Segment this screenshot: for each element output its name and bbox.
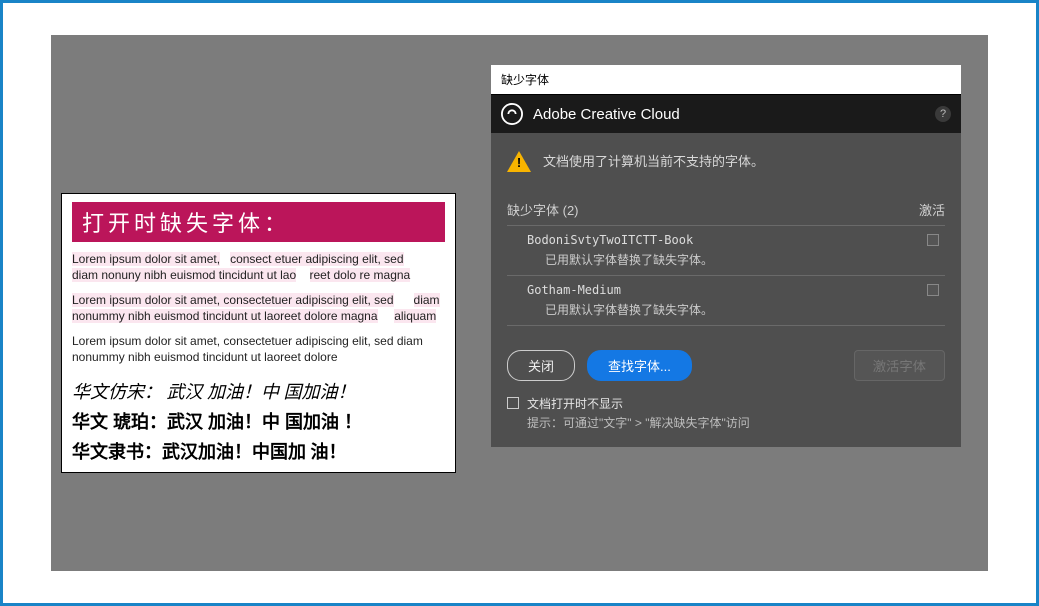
dialog-header-title: Adobe Creative Cloud — [533, 106, 680, 123]
activate-header: 激活 — [919, 200, 945, 219]
text: diam nonuny nibh euismod tincidunt ut la… — [72, 268, 296, 282]
font-substitution: 已用默认字体替换了缺失字体。 — [527, 301, 941, 318]
activate-checkbox[interactable] — [927, 234, 939, 246]
activate-fonts-button: 激活字体 — [854, 350, 945, 381]
font-substitution: 已用默认字体替换了缺失字体。 — [527, 251, 941, 268]
chinese-samples: 华文仿宋： 武汉 加油！中 国加油！ 华文 琥珀：武汉 加油！中 国加油 ！ 华… — [72, 378, 445, 464]
font-list: BodoniSvtyTwoITCTT-Book 已用默认字体替换了缺失字体。 G… — [507, 225, 945, 326]
font-item[interactable]: BodoniSvtyTwoITCTT-Book 已用默认字体替换了缺失字体。 — [507, 225, 945, 275]
dialog-header: Adobe Creative Cloud ? — [491, 95, 961, 133]
paragraph-1: Lorem ipsum dolor sit amet, consect etue… — [72, 252, 445, 283]
document-title: 打开时缺失字体： — [72, 202, 445, 242]
text: consect etuer adipiscing elit, sed — [230, 252, 403, 266]
paragraph-2: Lorem ipsum dolor sit amet, consectetuer… — [72, 293, 445, 324]
text: aliquam — [394, 309, 436, 323]
creative-cloud-icon — [501, 103, 523, 125]
font-list-header: 缺少字体 (2) 激活 — [507, 200, 945, 219]
dont-show-row: 文档打开时不显示 提示：可通过"文字" > "解决缺失字体"访问 — [507, 395, 945, 431]
dialog-footer: 关闭 查找字体... 激活字体 文档打开时不显示 提示：可通过"文字" > "解… — [491, 334, 961, 447]
cn-row-2: 华文 琥珀：武汉 加油！中 国加油 ！ — [72, 408, 445, 434]
paragraph-3: Lorem ipsum dolor sit amet, consectetuer… — [72, 334, 445, 365]
cn-row-1: 华文仿宋： 武汉 加油！中 国加油！ — [72, 378, 445, 404]
text: Lorem ipsum dolor sit amet, — [72, 252, 220, 266]
text: nonummy nibh euismod tincidunt ut laoree… — [72, 309, 378, 323]
dialog-body: 文档使用了计算机当前不支持的字体。 缺少字体 (2) 激活 BodoniSvty… — [491, 133, 961, 334]
help-icon[interactable]: ? — [935, 106, 951, 122]
missing-fonts-count: 缺少字体 (2) — [507, 200, 579, 219]
dont-show-checkbox[interactable] — [507, 397, 519, 409]
text: Lorem ipsum dolor sit amet, consectetuer… — [72, 293, 394, 307]
hint-text: 提示：可通过"文字" > "解决缺失字体"访问 — [527, 414, 750, 431]
find-fonts-button[interactable]: 查找字体... — [587, 350, 692, 381]
activate-checkbox[interactable] — [927, 284, 939, 296]
missing-fonts-dialog: 缺少字体 Adobe Creative Cloud ? 文档使用了计算机当前不支… — [491, 65, 961, 447]
cn-row-3: 华文隶书：武汉加油！中国加 油！ — [72, 438, 445, 464]
font-name: Gotham-Medium — [527, 283, 941, 297]
close-button[interactable]: 关闭 — [507, 350, 575, 381]
document-preview: 打开时缺失字体： Lorem ipsum dolor sit amet, con… — [61, 193, 456, 473]
text: reet dolo re magna — [310, 268, 411, 282]
warning-icon — [507, 151, 531, 172]
text: diam — [414, 293, 440, 307]
warning-row: 文档使用了计算机当前不支持的字体。 — [507, 149, 945, 172]
warning-text: 文档使用了计算机当前不支持的字体。 — [543, 151, 764, 170]
font-item[interactable]: Gotham-Medium 已用默认字体替换了缺失字体。 — [507, 275, 945, 326]
button-row: 关闭 查找字体... 激活字体 — [507, 350, 945, 381]
dialog-titlebar[interactable]: 缺少字体 — [491, 65, 961, 95]
workspace: 打开时缺失字体： Lorem ipsum dolor sit amet, con… — [51, 35, 988, 571]
dont-show-label: 文档打开时不显示 — [527, 395, 750, 412]
font-name: BodoniSvtyTwoITCTT-Book — [527, 233, 941, 247]
dont-show-col: 文档打开时不显示 提示：可通过"文字" > "解决缺失字体"访问 — [527, 395, 750, 431]
